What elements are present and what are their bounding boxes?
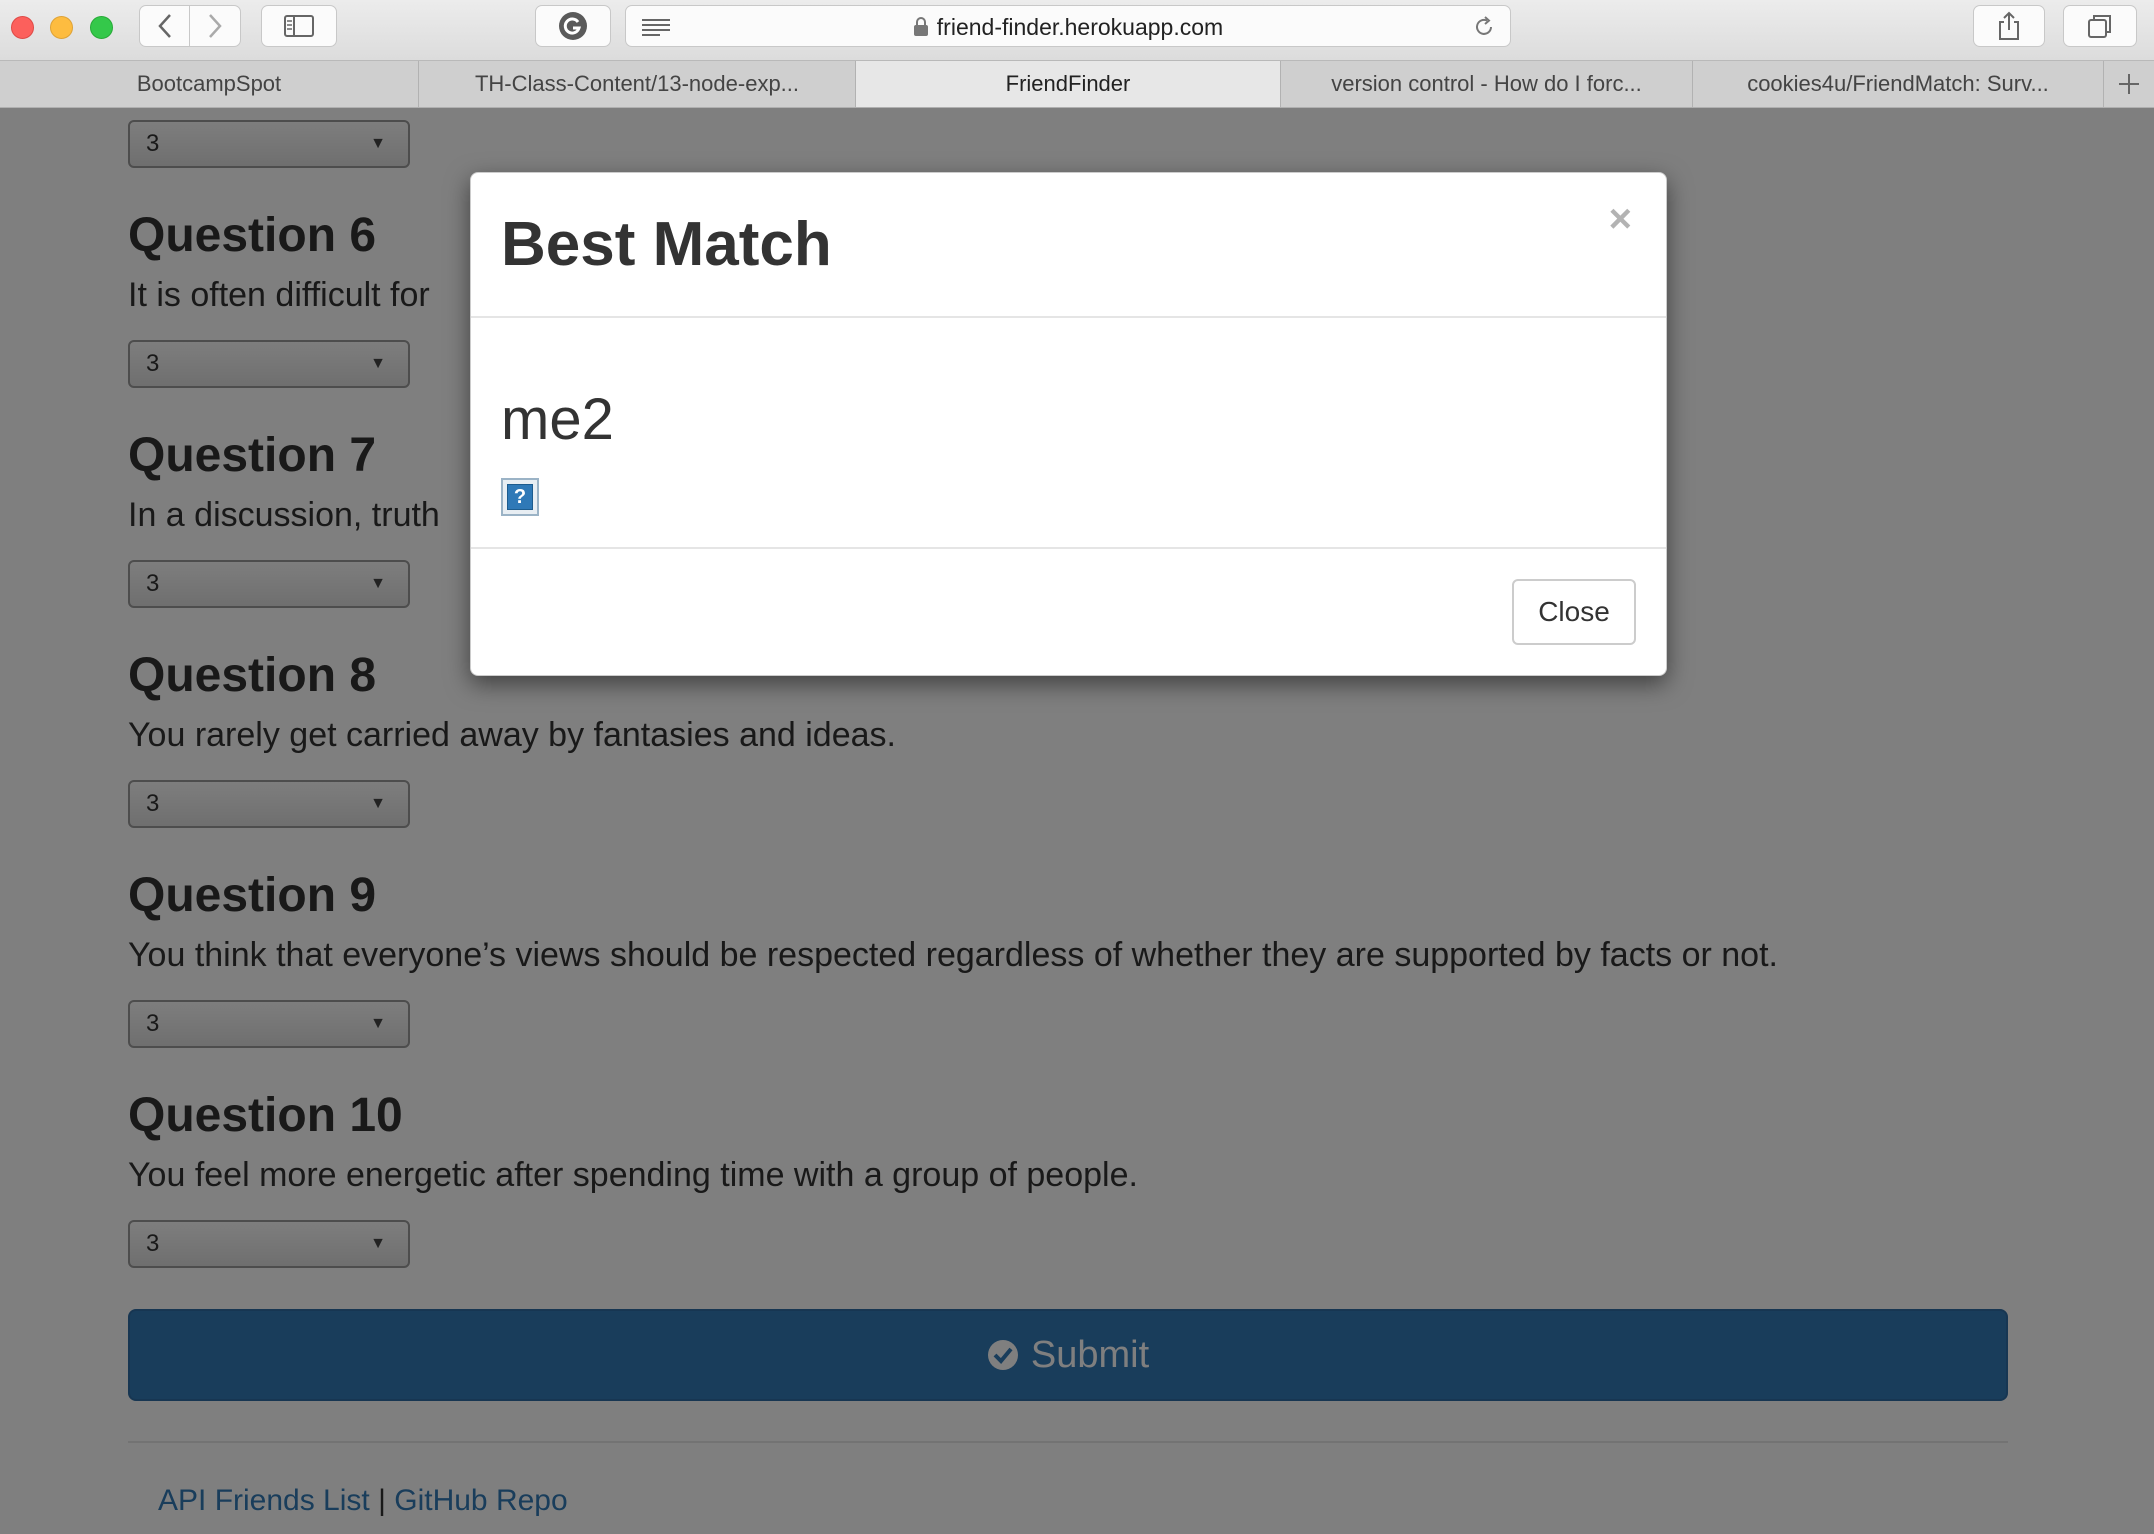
- reload-icon[interactable]: [1472, 15, 1496, 39]
- new-tab-button[interactable]: [2104, 61, 2154, 107]
- modal-header: Best Match ×: [471, 173, 1666, 318]
- best-match-modal: Best Match × me2 ? Close: [470, 172, 1667, 676]
- modal-footer-divider: [471, 547, 1666, 549]
- share-icon: [1999, 11, 2019, 40]
- close-icon[interactable]: ×: [1609, 199, 1632, 239]
- grammarly-extension-button[interactable]: [535, 5, 611, 47]
- share-button[interactable]: [1973, 5, 2045, 47]
- browser-toolbar: friend-finder.herokuapp.com: [0, 0, 2154, 60]
- tab-version-control[interactable]: version control - How do I forc...: [1281, 61, 1693, 107]
- tab-class-content[interactable]: TH-Class-Content/13-node-exp...: [419, 61, 856, 107]
- navigation-buttons: [139, 5, 241, 47]
- close-window-button[interactable]: [11, 16, 34, 39]
- match-name: me2: [501, 387, 614, 452]
- minimize-window-button[interactable]: [50, 16, 73, 39]
- back-button[interactable]: [140, 6, 190, 46]
- url-display: friend-finder.herokuapp.com: [626, 6, 1510, 48]
- match-photo-broken-image-icon: ?: [501, 478, 539, 516]
- grammarly-icon: [559, 12, 587, 40]
- tabs-overview-icon: [2088, 15, 2111, 38]
- tab-friendmatch-repo[interactable]: cookies4u/FriendMatch: Surv...: [1693, 61, 2104, 107]
- show-tabs-button[interactable]: [2063, 5, 2137, 47]
- chevron-right-icon: [209, 14, 222, 38]
- address-bar[interactable]: friend-finder.herokuapp.com: [625, 5, 1511, 47]
- fullscreen-window-button[interactable]: [90, 16, 113, 39]
- close-button[interactable]: Close: [1512, 579, 1636, 645]
- modal-title: Best Match: [501, 210, 832, 279]
- tab-bootcampspot[interactable]: BootcampSpot: [0, 61, 419, 107]
- chevron-left-icon: [157, 14, 171, 38]
- plus-icon: [2119, 74, 2139, 94]
- close-button-label: Close: [1538, 596, 1610, 627]
- question-mark-icon: ?: [507, 484, 533, 510]
- sidebar-icon: [284, 15, 314, 37]
- tab-bar: BootcampSpot TH-Class-Content/13-node-ex…: [0, 60, 2154, 108]
- sidebar-toggle-button[interactable]: [261, 5, 337, 47]
- url-text: friend-finder.herokuapp.com: [936, 14, 1224, 40]
- lock-icon: [913, 16, 928, 36]
- tab-friendfinder[interactable]: FriendFinder: [856, 61, 1281, 107]
- forward-button[interactable]: [190, 6, 240, 46]
